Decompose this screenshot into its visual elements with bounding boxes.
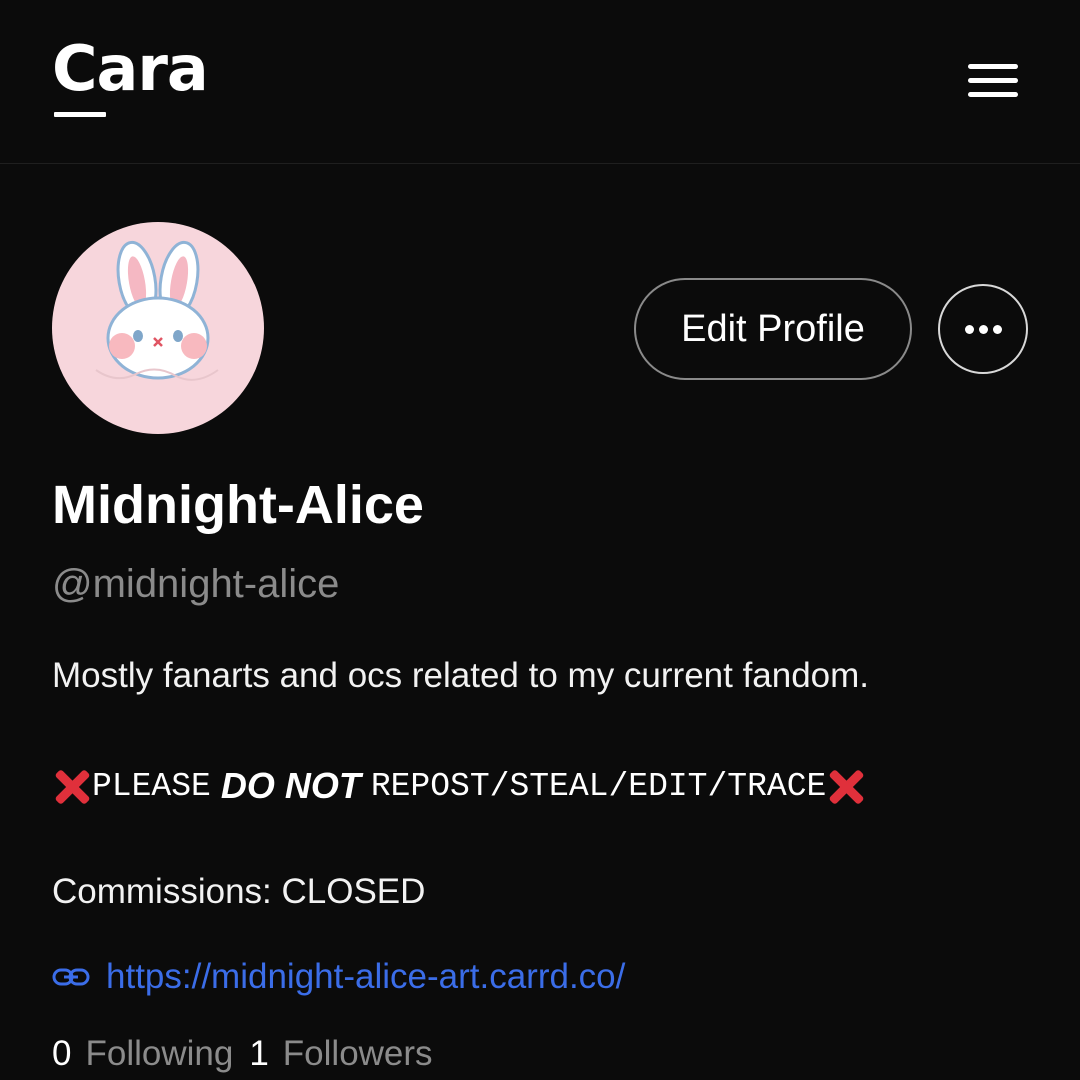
warning-suffix: REPOST/STEAL/EDIT/TRACE xyxy=(370,767,827,805)
profile-link-text[interactable]: https://midnight-alice-art.carrd.co/ xyxy=(106,957,625,997)
bio-text: Mostly fanarts and ocs related to my cur… xyxy=(52,656,870,695)
repost-warning: PLEASE DO NOT REPOST/STEAL/EDIT/TRACE xyxy=(52,762,866,810)
following-count[interactable]: 0 xyxy=(52,1034,71,1074)
display-name: Midnight-Alice xyxy=(52,475,424,535)
profile-link[interactable]: https://midnight-alice-art.carrd.co/ xyxy=(52,954,625,1000)
commissions-status: Commissions: CLOSED xyxy=(52,872,426,911)
menu-bar xyxy=(968,92,1018,97)
menu-bar xyxy=(968,64,1018,69)
bunny-avatar-icon xyxy=(95,240,219,381)
following-label[interactable]: Following xyxy=(85,1034,233,1074)
dot xyxy=(992,324,1002,334)
followers-label[interactable]: Followers xyxy=(283,1034,433,1074)
red-x-icon xyxy=(52,766,92,806)
followers-count[interactable]: 1 xyxy=(249,1034,268,1074)
logo-underline xyxy=(54,112,106,117)
link-icon xyxy=(52,968,90,986)
top-bar: Cara xyxy=(0,0,1080,164)
follow-stats: 0 Following 1 Followers xyxy=(52,1034,449,1080)
menu-bar xyxy=(968,78,1018,83)
hamburger-menu-icon[interactable] xyxy=(966,62,1020,102)
edit-profile-button[interactable]: Edit Profile xyxy=(634,278,912,380)
username-handle: @midnight-alice xyxy=(52,562,340,606)
dot xyxy=(978,324,988,334)
warning-prefix: PLEASE xyxy=(92,767,211,805)
cara-logo[interactable]: Cara xyxy=(52,38,209,100)
warning-emphasis: DO NOT xyxy=(220,765,361,806)
more-options-icon[interactable] xyxy=(938,284,1028,374)
red-x-icon xyxy=(826,766,866,806)
dot xyxy=(964,324,974,334)
profile-page: Cara Edit Profile Midnight-Alice @midnig… xyxy=(0,0,1080,1080)
avatar[interactable] xyxy=(52,222,264,434)
